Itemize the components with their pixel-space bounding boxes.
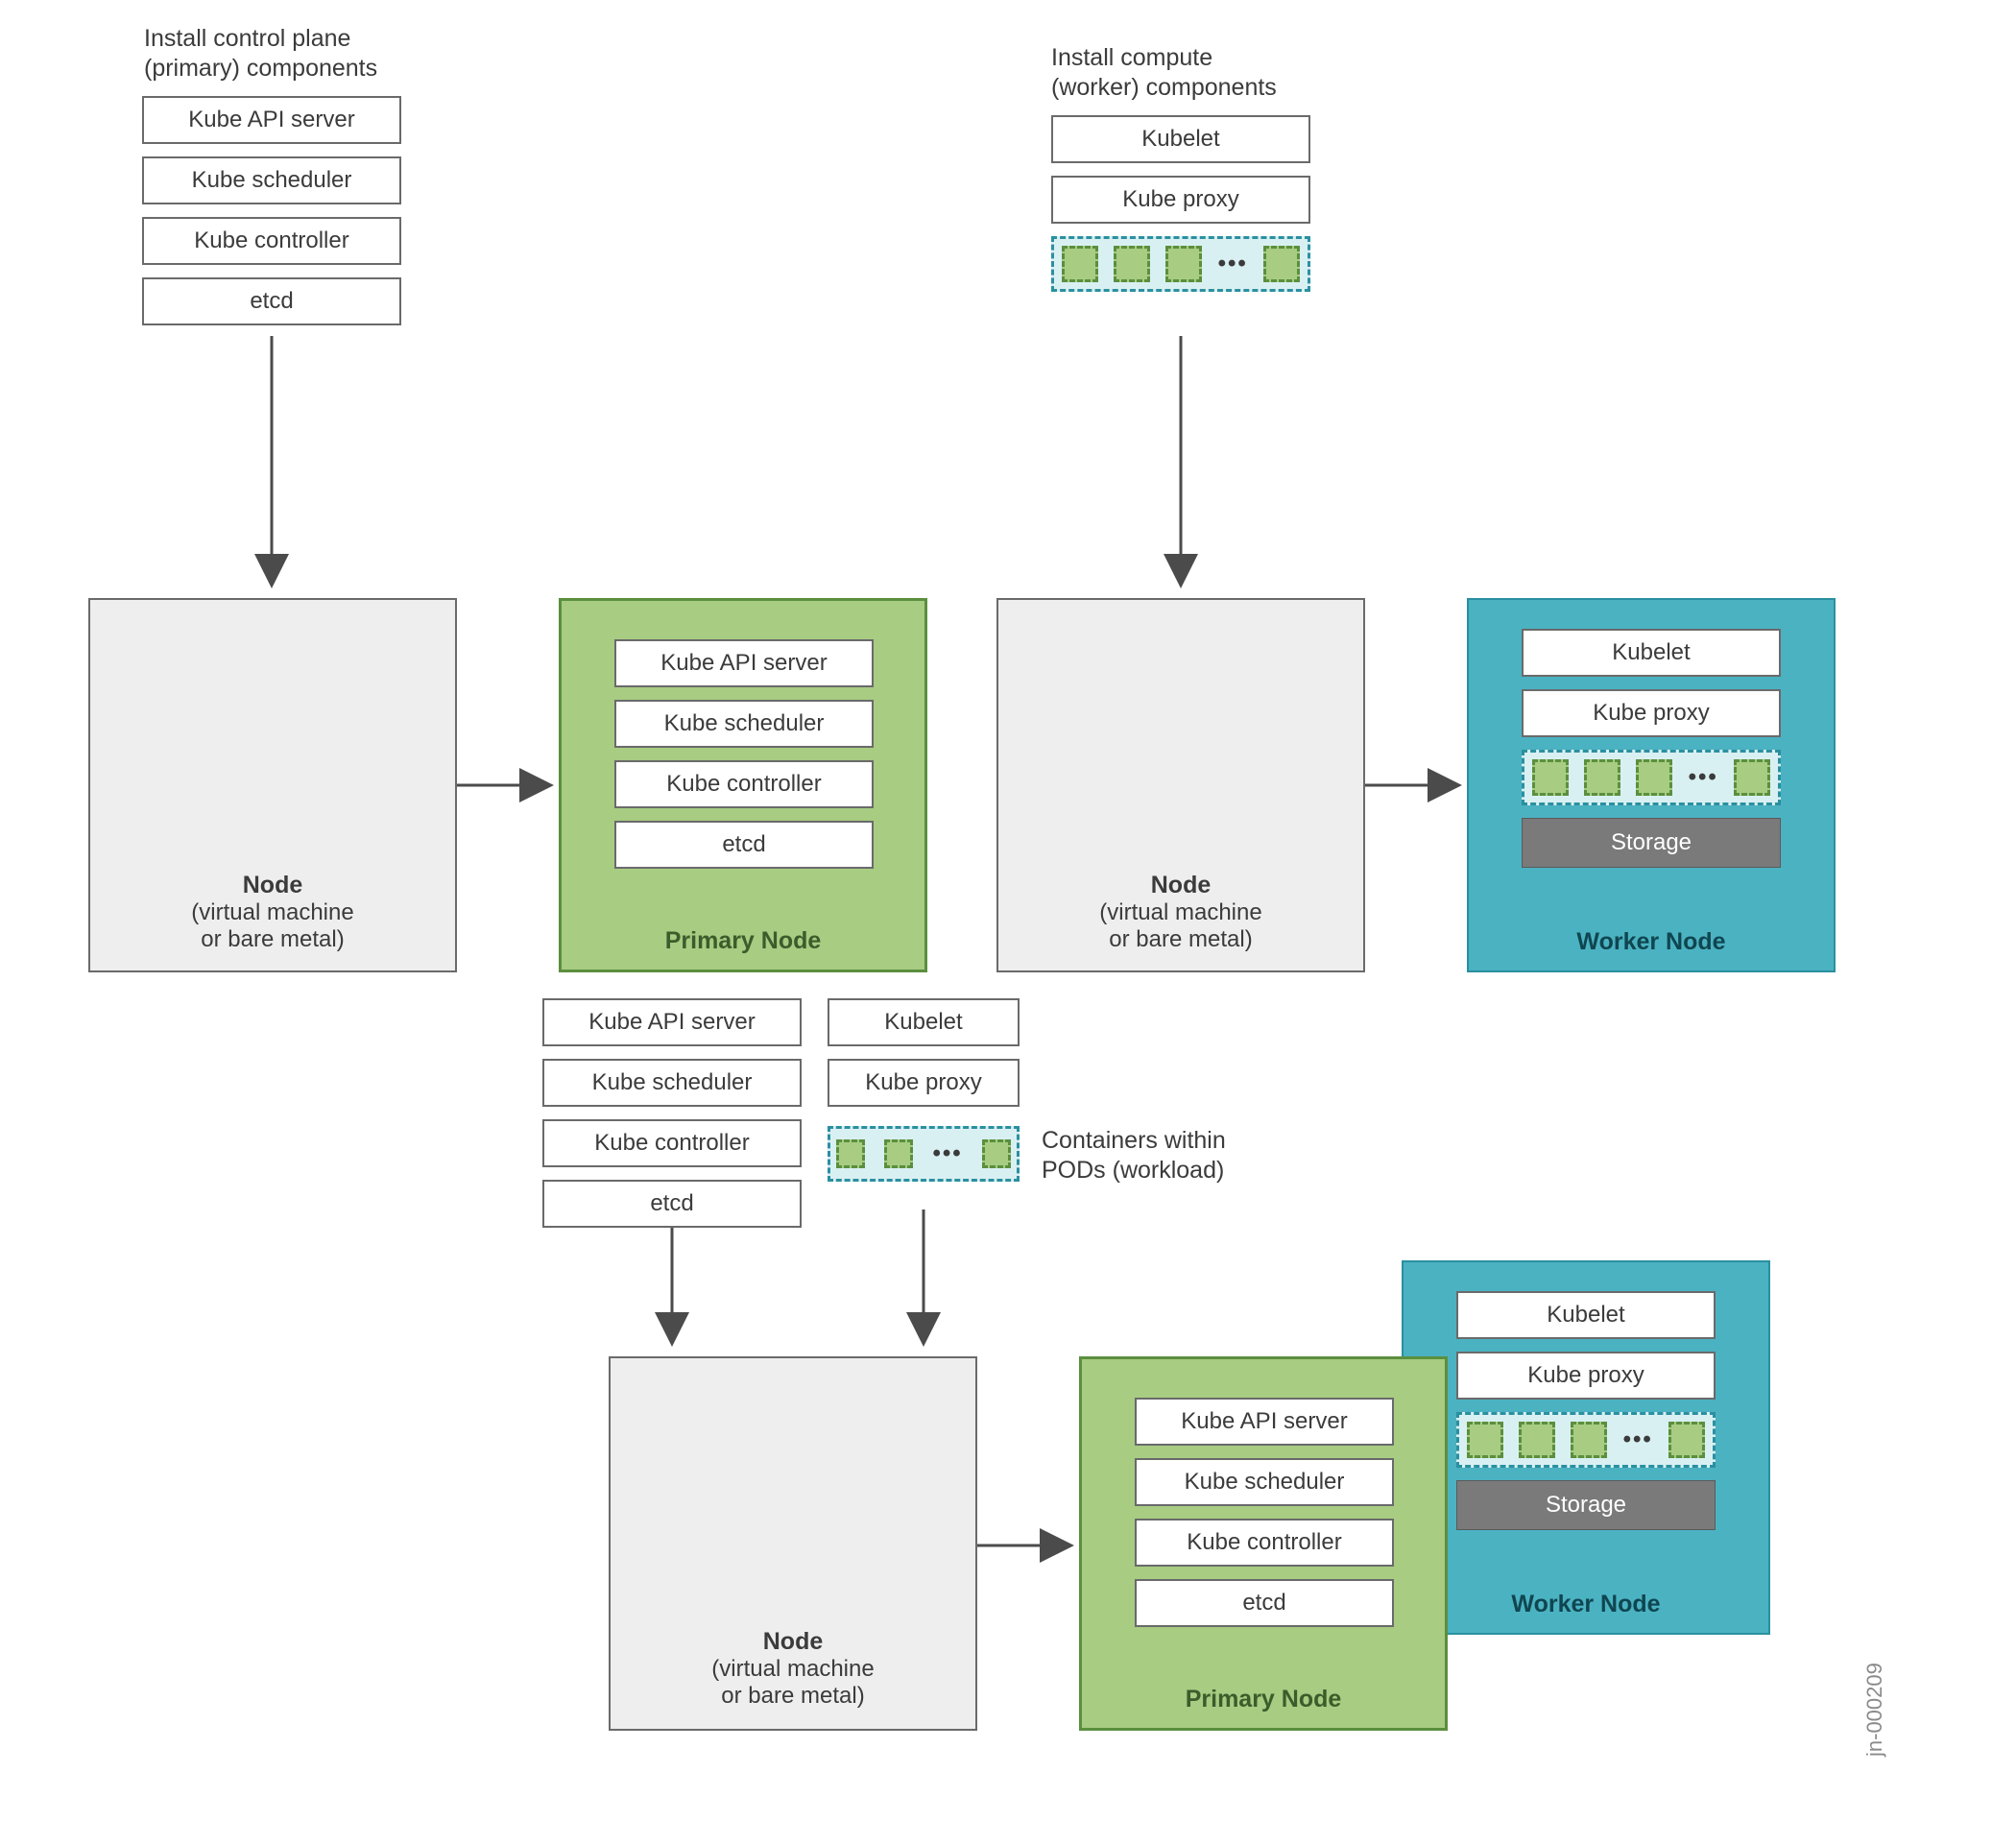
pod-square-icon (1668, 1422, 1705, 1458)
worker2-comp-kubelet: Kubelet (1456, 1291, 1716, 1339)
primary-comp-kube-api: Kube API server (614, 639, 874, 687)
pod-square-icon (1636, 759, 1672, 796)
node-box-1: Node (virtual machine or bare metal) (88, 598, 457, 972)
pod-square-icon (1467, 1422, 1503, 1458)
worker-pods-strip: ••• (1522, 750, 1781, 805)
pod-square-icon (1584, 759, 1620, 796)
primary-node-title: Primary Node (1082, 1686, 1445, 1713)
pod-ellipsis-icon: ••• (1218, 251, 1248, 277)
comp-kube-controller: Kube controller (142, 217, 401, 265)
node-title: Node (611, 1628, 975, 1656)
node-sub: or bare metal) (90, 926, 455, 953)
worker-comp-kubelet: Kubelet (1522, 629, 1781, 677)
mid-comp-kube-api: Kube API server (542, 998, 802, 1046)
install-control-plane-label: Install control plane (primary) componen… (144, 24, 451, 84)
mid-pods-strip: ••• (828, 1126, 1020, 1182)
comp-etcd: etcd (142, 277, 401, 325)
pod-square-icon (1532, 759, 1569, 796)
comp-kube-scheduler: Kube scheduler (142, 156, 401, 204)
comp-kube-api-server: Kube API server (142, 96, 401, 144)
primary-comp-kube-scheduler: Kube scheduler (614, 700, 874, 748)
worker-node-box-1: Kubelet Kube proxy ••• Storage Worker No… (1467, 598, 1836, 972)
pods-label: Containers within PODs (workload) (1042, 1126, 1291, 1186)
pod-square-icon (1165, 246, 1202, 282)
pod-square-icon (1114, 246, 1150, 282)
pod-square-icon (1519, 1422, 1555, 1458)
pod-square-icon (1571, 1422, 1607, 1458)
worker2-pods-strip: ••• (1456, 1412, 1716, 1468)
primary-node-box-2: Kube API server Kube scheduler Kube cont… (1079, 1356, 1448, 1731)
comp-kube-proxy-top: Kube proxy (1051, 176, 1310, 224)
node-title: Node (998, 872, 1363, 899)
mid-comp-kube-scheduler: Kube scheduler (542, 1059, 802, 1107)
primary2-comp-kube-scheduler: Kube scheduler (1135, 1458, 1394, 1506)
worker2-storage: Storage (1456, 1480, 1716, 1530)
mid-comp-kubelet: Kubelet (828, 998, 1020, 1046)
diagram-stage: Install control plane (primary) componen… (0, 0, 2016, 1844)
primary2-comp-kube-controller: Kube controller (1135, 1519, 1394, 1567)
worker2-comp-kube-proxy: Kube proxy (1456, 1352, 1716, 1400)
pod-ellipsis-icon: ••• (933, 1140, 963, 1167)
pod-square-icon (836, 1139, 865, 1168)
pod-ellipsis-icon: ••• (1623, 1426, 1653, 1453)
primary-comp-etcd: etcd (614, 821, 874, 869)
mid-comp-kube-controller: Kube controller (542, 1119, 802, 1167)
worker-node-title: Worker Node (1469, 928, 1834, 956)
worker-node-box-2: Kubelet Kube proxy ••• Storage Worker No… (1402, 1260, 1770, 1635)
node-sub: or bare metal) (998, 926, 1363, 953)
pod-square-icon (1263, 246, 1300, 282)
worker-storage: Storage (1522, 818, 1781, 868)
node-sub: or bare metal) (611, 1683, 975, 1710)
pod-square-icon (982, 1139, 1011, 1168)
pod-ellipsis-icon: ••• (1689, 764, 1718, 791)
primary2-comp-kube-api: Kube API server (1135, 1398, 1394, 1446)
install-compute-label: Install compute (worker) components (1051, 43, 1339, 104)
mid-comp-kube-proxy: Kube proxy (828, 1059, 1020, 1107)
primary2-comp-etcd: etcd (1135, 1579, 1394, 1627)
worker-comp-kube-proxy: Kube proxy (1522, 689, 1781, 737)
pod-square-icon (884, 1139, 913, 1168)
node-title: Node (90, 872, 455, 899)
pod-square-icon (1062, 246, 1098, 282)
primary-node-box-1: Kube API server Kube scheduler Kube cont… (559, 598, 927, 972)
primary-comp-kube-controller: Kube controller (614, 760, 874, 808)
image-id-label: jn-000209 (1862, 1663, 1887, 1757)
node-sub: (virtual machine (998, 899, 1363, 926)
mid-comp-etcd: etcd (542, 1180, 802, 1228)
primary-node-title: Primary Node (562, 927, 924, 955)
pods-strip-top: ••• (1051, 236, 1310, 292)
worker-node-title: Worker Node (1404, 1591, 1768, 1618)
pod-square-icon (1734, 759, 1770, 796)
node-sub: (virtual machine (611, 1656, 975, 1683)
node-sub: (virtual machine (90, 899, 455, 926)
node-box-3: Node (virtual machine or bare metal) (609, 1356, 977, 1731)
node-box-2: Node (virtual machine or bare metal) (996, 598, 1365, 972)
comp-kubelet-top: Kubelet (1051, 115, 1310, 163)
